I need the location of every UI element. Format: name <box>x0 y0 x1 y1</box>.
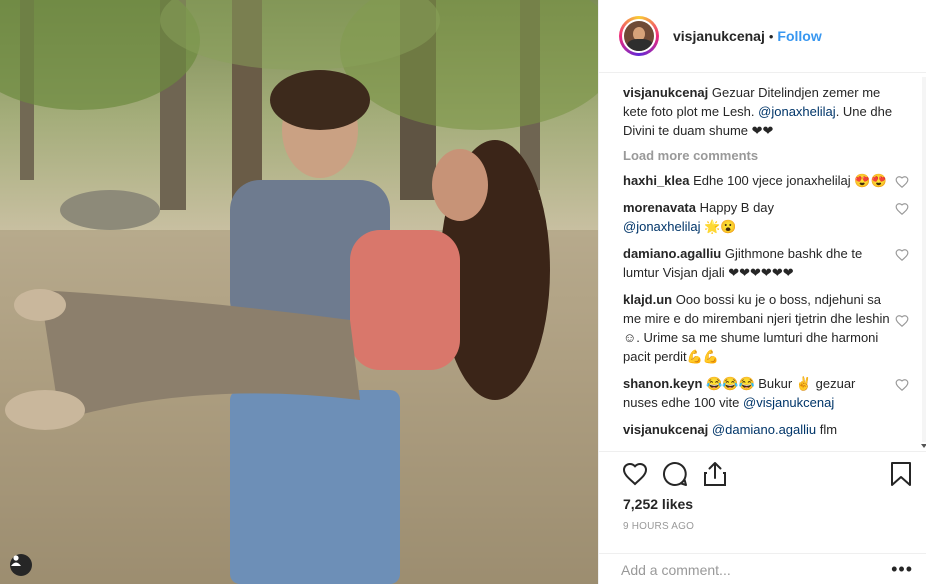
caption-username[interactable]: visjanukcenaj <box>623 85 708 100</box>
comment-username[interactable]: visjanukcenaj <box>623 422 708 437</box>
post-photo-illustration <box>0 0 598 584</box>
follow-button[interactable]: Follow <box>777 28 821 44</box>
comment-username[interactable]: shanon.keyn <box>623 376 702 391</box>
load-more-comments-button[interactable]: Load more comments <box>623 148 909 163</box>
comment-like-heart-icon[interactable] <box>895 314 909 328</box>
comments-scrollbar[interactable] <box>921 73 926 450</box>
post-caption: visjanukcenaj Gezuar Ditelindjen zemer m… <box>623 83 893 140</box>
heart-icon[interactable] <box>621 460 649 488</box>
scrollbar-track[interactable] <box>922 77 926 442</box>
comment-username[interactable]: damiano.agalliu <box>623 246 721 261</box>
avatar[interactable] <box>619 16 659 56</box>
comment-username[interactable]: morenavata <box>623 200 696 215</box>
add-comment-input[interactable] <box>621 554 891 586</box>
more-options-icon[interactable]: ••• <box>891 560 913 578</box>
comment-like-heart-icon[interactable] <box>895 202 909 216</box>
comment-item: haxhi_klea Edhe 100 vjece jonaxhelilaj 😍… <box>623 171 909 190</box>
post-timestamp[interactable]: 9 HOURS AGO <box>623 521 694 532</box>
comment-mention[interactable]: @jonaxhelilaj <box>623 219 701 234</box>
add-comment-bar: ••• <box>599 553 926 586</box>
comment-username[interactable]: haxhi_klea <box>623 173 690 188</box>
comment-item: shanon.keyn 😂😂😂 Bukur ✌ gezuar nuses edh… <box>623 374 909 412</box>
comment-mention[interactable]: @damiano.agalliu <box>712 422 816 437</box>
comment-item: morenavata Happy B day @jonaxhelilaj 🌟😮 <box>623 198 909 236</box>
comment-username[interactable]: klajd.un <box>623 292 672 307</box>
header-separator: • <box>768 28 774 44</box>
comment-like-heart-icon[interactable] <box>895 378 909 392</box>
post-side-panel: visjanukcenaj • Follow visjanukcenaj Gez… <box>598 0 926 586</box>
action-icons-row <box>621 460 911 492</box>
comment-item: damiano.agalliu Gjithmone bashk dhe te l… <box>623 244 909 282</box>
comment-text-after: flm <box>816 422 838 437</box>
bookmark-icon[interactable] <box>887 460 915 488</box>
header-username[interactable]: visjanukcenaj <box>673 28 765 44</box>
caption-mention[interactable]: @jonaxhelilaj <box>758 104 836 119</box>
share-icon[interactable] <box>701 460 729 488</box>
comment-item: visjanukcenaj @damiano.agalliu flm <box>623 420 893 439</box>
likes-count[interactable]: 7,252 likes <box>623 496 693 512</box>
comments-list[interactable]: visjanukcenaj Gezuar Ditelindjen zemer m… <box>599 73 909 450</box>
post-actions: 7,252 likes 9 HOURS AGO ••• <box>599 451 926 586</box>
comment-mention[interactable]: @visjanukcenaj <box>743 395 834 410</box>
scroll-down-arrow-icon[interactable] <box>921 444 926 448</box>
comment-text-after: 🌟😮 <box>700 219 737 234</box>
post-photo[interactable] <box>0 0 598 584</box>
user-tag-icon[interactable] <box>10 554 32 576</box>
comment-text: Edhe 100 vjece jonaxhelilaj 😍😍 <box>693 173 887 188</box>
comment-like-heart-icon[interactable] <box>895 175 909 189</box>
comment-icon[interactable] <box>661 460 689 488</box>
comment-item: klajd.un Ooo bossi ku je o boss, ndjehun… <box>623 290 909 366</box>
comment-text: Happy B day <box>699 200 775 215</box>
post-header: visjanukcenaj • Follow <box>599 0 926 73</box>
comment-like-heart-icon[interactable] <box>895 248 909 262</box>
